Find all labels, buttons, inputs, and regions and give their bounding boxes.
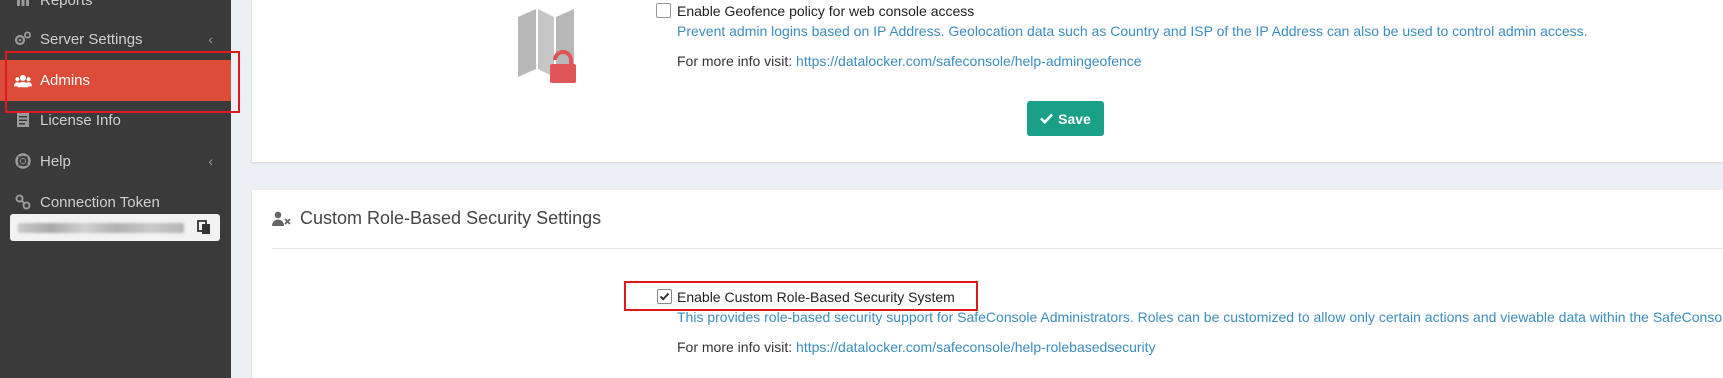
rbac-help-link[interactable]: https://datalocker.com/safeconsole/help-… [796, 339, 1156, 355]
sidebar-item-label: Reports [40, 0, 93, 9]
save-button-label: Save [1058, 110, 1091, 127]
geofence-description: Prevent admin logins based on IP Address… [677, 23, 1588, 39]
user-times-icon [272, 211, 291, 226]
gears-icon [14, 30, 32, 48]
link-icon [14, 193, 32, 211]
document-icon [14, 111, 32, 129]
rbac-section-title: Custom Role-Based Security Settings [272, 208, 601, 229]
rbac-section-title-text: Custom Role-Based Security Settings [300, 208, 602, 228]
chevron-left-icon: ‹ [208, 153, 213, 169]
admins-highlight-box [5, 51, 240, 113]
rbac-description: This provides role-based security suppor… [677, 309, 1723, 325]
sidebar-item-label: Help [40, 152, 71, 170]
geofence-checkbox-label: Enable Geofence policy for web console a… [677, 3, 975, 19]
section-divider [272, 248, 1723, 249]
save-button[interactable]: Save [1027, 101, 1104, 136]
sidebar-item-help[interactable]: Help ‹ [0, 141, 231, 181]
reports-icon [14, 0, 32, 9]
sidebar-item-reports[interactable]: Reports [0, 0, 231, 20]
lifebuoy-icon [14, 152, 32, 170]
rbac-more-info: For more info visit: https://datalocker.… [677, 339, 1156, 355]
connection-token-field[interactable] [10, 214, 220, 241]
connection-token-value-redacted [18, 223, 184, 233]
map-lock-icon [516, 7, 580, 85]
copy-icon[interactable] [196, 219, 212, 235]
check-icon [1040, 113, 1054, 124]
sidebar-item-label: License Info [40, 111, 121, 129]
geofence-help-link[interactable]: https://datalocker.com/safeconsole/help-… [796, 53, 1142, 69]
sidebar-item-label: Connection Token [40, 193, 160, 211]
chevron-left-icon: ‹ [208, 31, 213, 47]
geofence-panel: Enable Geofence policy for web console a… [252, 0, 1723, 162]
more-info-prefix: For more info visit: [677, 339, 793, 355]
geofence-more-info: For more info visit: https://datalocker.… [677, 53, 1142, 69]
sidebar-item-label: Server Settings [40, 30, 143, 48]
rbac-highlight-box [624, 281, 978, 311]
more-info-prefix: For more info visit: [677, 53, 793, 69]
geofence-checkbox[interactable] [656, 3, 671, 18]
